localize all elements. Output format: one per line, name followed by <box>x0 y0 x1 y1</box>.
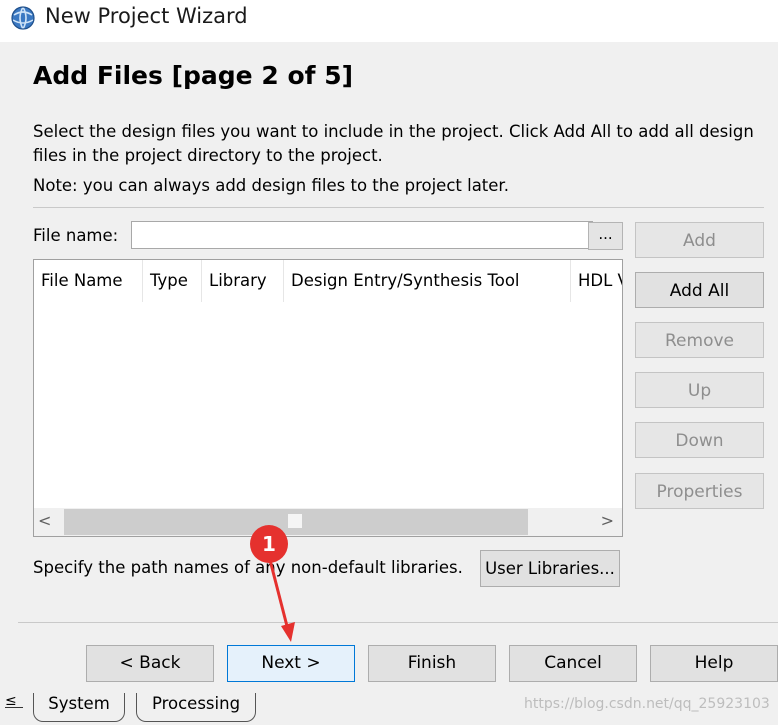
user-libraries-button[interactable]: User Libraries... <box>480 550 620 587</box>
next-button[interactable]: Next > <box>227 645 355 682</box>
back-button[interactable]: < Back <box>86 645 214 682</box>
scrollbar-thumb[interactable] <box>64 509 528 535</box>
file-name-label: File name: <box>33 226 119 245</box>
tab-system[interactable]: System <box>33 693 125 722</box>
page-title: Add Files [page 2 of 5] <box>33 61 354 90</box>
column-header-library[interactable]: Library <box>202 260 282 302</box>
window-title: New Project Wizard <box>45 4 248 28</box>
tab-arrow-icon: ≤ <box>5 693 23 709</box>
files-table[interactable]: File Name Type Library Design Entry/Synt… <box>33 259 623 537</box>
page-note: Note: you can always add design files to… <box>33 176 509 195</box>
scrollbar-grip <box>288 514 302 528</box>
browse-button[interactable]: ... <box>588 222 623 250</box>
cancel-button[interactable]: Cancel <box>509 645 637 682</box>
title-bar: New Project Wizard <box>0 0 778 42</box>
page-description: Select the design files you want to incl… <box>33 122 754 165</box>
column-header-hdl-version[interactable]: HDL Version <box>571 260 622 302</box>
column-header-type[interactable]: Type <box>143 260 201 302</box>
remove-button[interactable]: Remove <box>635 322 764 358</box>
column-header-design-entry-tool[interactable]: Design Entry/Synthesis Tool <box>284 260 570 302</box>
annotation-arrow-icon <box>268 560 295 642</box>
properties-button[interactable]: Properties <box>635 473 764 509</box>
finish-button[interactable]: Finish <box>368 645 496 682</box>
add-all-button[interactable]: Add All <box>635 272 764 308</box>
watermark: https://blog.csdn.net/qq_25923103 <box>524 696 770 712</box>
quartus-globe-icon <box>11 6 35 30</box>
libraries-hint: Specify the path names of any non-defaul… <box>33 558 463 577</box>
scroll-left-icon[interactable]: < <box>38 511 51 530</box>
scroll-right-icon[interactable]: > <box>601 511 614 530</box>
column-header-file-name[interactable]: File Name <box>34 260 142 302</box>
header-divider <box>33 207 764 208</box>
add-button[interactable]: Add <box>635 222 764 258</box>
horizontal-scrollbar[interactable]: < > <box>34 508 622 536</box>
file-name-input[interactable] <box>131 221 593 249</box>
step-badge: 1 <box>250 525 288 563</box>
help-button[interactable]: Help <box>650 645 778 682</box>
footer-divider <box>18 622 778 623</box>
up-button[interactable]: Up <box>635 372 764 408</box>
down-button[interactable]: Down <box>635 422 764 458</box>
tab-processing[interactable]: Processing <box>136 693 256 722</box>
